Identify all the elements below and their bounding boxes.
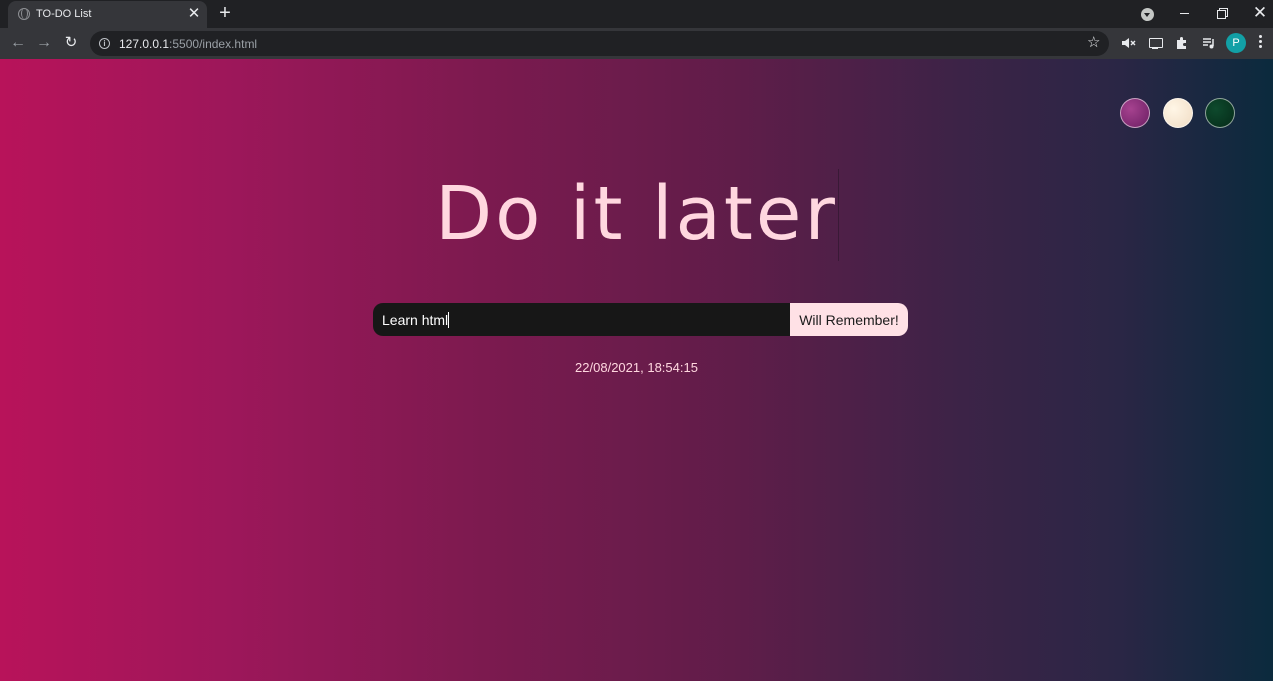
- tab-search-icon[interactable]: [1141, 8, 1154, 21]
- window-close-button[interactable]: ✕: [1247, 2, 1273, 24]
- star-icon[interactable]: ☆: [1087, 34, 1100, 52]
- cast-icon[interactable]: [1146, 34, 1164, 52]
- reload-icon[interactable]: ↻: [61, 33, 81, 53]
- page-title: Do it later: [435, 171, 838, 257]
- theme-cream-button[interactable]: [1163, 98, 1193, 128]
- tab-title: TO-DO List: [36, 8, 92, 20]
- mute-icon[interactable]: [1119, 34, 1137, 52]
- globe-icon: [18, 8, 30, 20]
- url-text: 127.0.0.1:5500/index.html: [119, 37, 258, 51]
- restore-button[interactable]: [1209, 2, 1235, 24]
- title-caret: [838, 169, 839, 261]
- theme-green-button[interactable]: [1205, 98, 1235, 128]
- forward-icon[interactable]: →: [34, 33, 54, 53]
- close-icon[interactable]: ✕: [186, 4, 202, 24]
- tab-strip: TO-DO List ✕ + ✕: [0, 0, 1273, 28]
- add-todo-button[interactable]: Will Remember!: [790, 303, 908, 336]
- minimize-button[interactable]: [1172, 2, 1198, 24]
- text-cursor: [448, 312, 449, 328]
- puzzle-icon[interactable]: [1173, 34, 1191, 52]
- current-datetime: 22/08/2021, 18:54:15: [575, 360, 698, 375]
- media-queue-icon[interactable]: [1200, 34, 1218, 52]
- new-tab-button[interactable]: +: [215, 3, 235, 23]
- info-icon[interactable]: i: [99, 38, 110, 49]
- profile-avatar[interactable]: P: [1226, 33, 1246, 53]
- address-bar[interactable]: i 127.0.0.1:5500/index.html ☆: [90, 31, 1109, 56]
- todo-input[interactable]: [373, 303, 791, 336]
- back-icon[interactable]: ←: [8, 33, 28, 53]
- todo-form: Will Remember!: [373, 303, 908, 336]
- browser-tab[interactable]: TO-DO List ✕: [8, 1, 207, 28]
- theme-purple-button[interactable]: [1120, 98, 1150, 128]
- kebab-menu-icon[interactable]: [1257, 35, 1263, 51]
- page-viewport: Do it later Will Remember! 22/08/2021, 1…: [0, 59, 1273, 681]
- browser-toolbar: ← → ↻ i 127.0.0.1:5500/index.html ☆ P: [0, 28, 1273, 59]
